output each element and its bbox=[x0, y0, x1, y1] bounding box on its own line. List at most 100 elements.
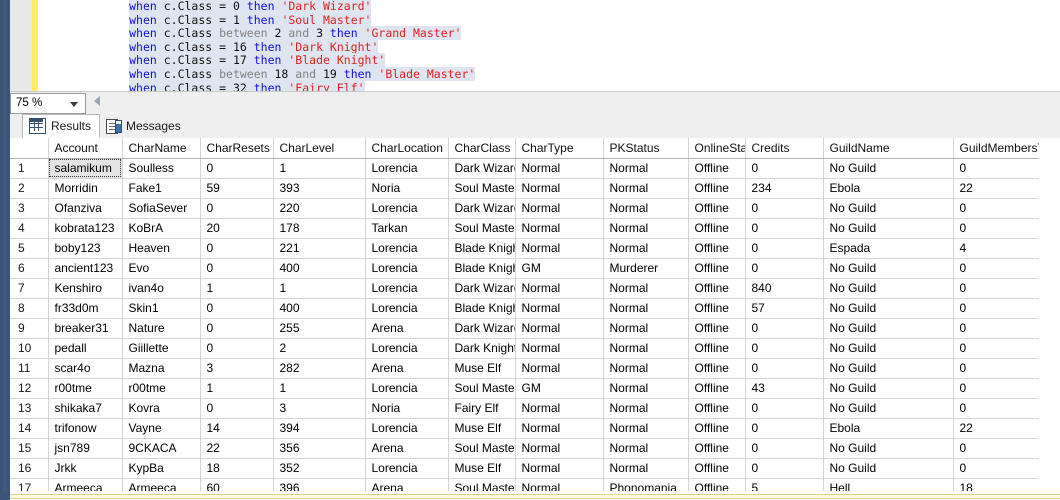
table-cell[interactable]: 1 bbox=[200, 278, 274, 299]
table-cell[interactable]: Arena bbox=[365, 318, 449, 339]
table-cell[interactable]: SofiaSever bbox=[122, 198, 201, 219]
table-cell[interactable]: 0 bbox=[200, 318, 274, 339]
row-number-cell[interactable]: 9 bbox=[10, 318, 49, 339]
table-cell[interactable]: 393 bbox=[273, 178, 366, 199]
table-cell[interactable]: 0 bbox=[745, 318, 824, 339]
table-cell[interactable]: 0 bbox=[953, 258, 1040, 279]
table-cell[interactable]: Arena bbox=[365, 358, 449, 379]
table-cell[interactable]: Offline bbox=[688, 278, 746, 299]
table-cell[interactable]: Phonomania bbox=[603, 478, 689, 491]
table-cell[interactable]: Normal bbox=[515, 218, 604, 239]
column-header-credits[interactable]: Credits bbox=[745, 138, 824, 159]
table-cell[interactable]: 43 bbox=[745, 378, 824, 399]
table-cell[interactable]: 400 bbox=[273, 298, 366, 319]
table-cell[interactable]: 0 bbox=[200, 198, 274, 219]
table-cell[interactable]: 4 bbox=[953, 238, 1040, 259]
tab-results[interactable]: Results bbox=[22, 114, 100, 138]
table-cell[interactable]: Offline bbox=[688, 298, 746, 319]
row-number-cell[interactable]: 5 bbox=[10, 238, 49, 259]
table-cell[interactable]: Normal bbox=[515, 418, 604, 439]
table-cell[interactable]: 0 bbox=[745, 238, 824, 259]
table-cell[interactable]: Normal bbox=[515, 438, 604, 459]
table-cell[interactable]: 840 bbox=[745, 278, 824, 299]
table-cell[interactable]: Vayne bbox=[122, 418, 201, 439]
table-cell[interactable]: No Guild bbox=[823, 218, 954, 239]
table-cell[interactable]: Normal bbox=[603, 298, 689, 319]
table-cell[interactable]: Normal bbox=[515, 198, 604, 219]
table-cell[interactable]: pedall bbox=[48, 338, 123, 359]
table-cell[interactable]: 178 bbox=[273, 218, 366, 239]
table-cell[interactable]: 0 bbox=[953, 378, 1040, 399]
table-cell[interactable]: Normal bbox=[603, 218, 689, 239]
table-cell[interactable]: 221 bbox=[273, 238, 366, 259]
table-cell[interactable]: 0 bbox=[953, 278, 1040, 299]
table-cell[interactable]: No Guild bbox=[823, 398, 954, 419]
table-cell[interactable]: Tarkan bbox=[365, 218, 449, 239]
table-cell[interactable]: Nature bbox=[122, 318, 201, 339]
column-header-charname[interactable]: CharName bbox=[122, 138, 201, 159]
column-header-chartype[interactable]: CharType bbox=[515, 138, 604, 159]
table-cell[interactable]: Normal bbox=[603, 358, 689, 379]
table-row[interactable]: 13 shikaka7 Kovra 0 3 Noria Fairy Elf Normal Nor… bbox=[10, 398, 1040, 419]
table-cell[interactable]: 0 bbox=[953, 298, 1040, 319]
table-cell[interactable]: 5 bbox=[745, 478, 824, 491]
table-cell[interactable]: r00tme bbox=[48, 378, 123, 399]
table-cell[interactable]: Noria bbox=[365, 178, 449, 199]
table-cell[interactable]: 57 bbox=[745, 298, 824, 319]
table-cell[interactable]: Murderer bbox=[603, 258, 689, 279]
table-cell[interactable]: Normal bbox=[515, 338, 604, 359]
table-cell[interactable]: Normal bbox=[603, 178, 689, 199]
table-cell[interactable]: Skin1 bbox=[122, 298, 201, 319]
column-header-rownum[interactable] bbox=[10, 138, 49, 159]
column-header-account[interactable]: Account bbox=[48, 138, 123, 159]
table-cell[interactable]: Normal bbox=[603, 438, 689, 459]
table-cell[interactable]: fr33d0m bbox=[48, 298, 123, 319]
row-number-cell[interactable]: 14 bbox=[10, 418, 49, 439]
table-cell[interactable]: Normal bbox=[603, 198, 689, 219]
table-cell[interactable]: Dark Knight bbox=[448, 338, 516, 359]
table-cell[interactable]: 0 bbox=[745, 458, 824, 479]
table-cell[interactable]: Muse Elf bbox=[448, 458, 516, 479]
table-cell[interactable]: Normal bbox=[603, 418, 689, 439]
table-cell[interactable]: No Guild bbox=[823, 298, 954, 319]
table-cell[interactable]: 18 bbox=[200, 458, 274, 479]
table-cell[interactable]: GM bbox=[515, 378, 604, 399]
table-cell[interactable]: 0 bbox=[953, 458, 1040, 479]
table-cell[interactable]: 22 bbox=[953, 178, 1040, 199]
table-cell[interactable]: Fairy Elf bbox=[448, 398, 516, 419]
tab-messages[interactable]: Messages bbox=[100, 114, 186, 138]
table-cell[interactable]: Lorencia bbox=[365, 258, 449, 279]
table-cell[interactable]: Soul Master bbox=[448, 378, 516, 399]
table-cell[interactable]: 0 bbox=[953, 358, 1040, 379]
table-cell[interactable]: 0 bbox=[200, 158, 274, 179]
table-cell[interactable]: shikaka7 bbox=[48, 398, 123, 419]
table-cell[interactable]: Normal bbox=[515, 318, 604, 339]
table-cell[interactable]: Armeeca bbox=[48, 478, 123, 491]
row-number-cell[interactable]: 3 bbox=[10, 198, 49, 219]
table-cell[interactable]: Normal bbox=[515, 278, 604, 299]
table-cell[interactable]: KoBrA bbox=[122, 218, 201, 239]
table-cell[interactable]: 2 bbox=[273, 338, 366, 359]
table-cell[interactable]: 0 bbox=[745, 438, 824, 459]
table-cell[interactable]: Offline bbox=[688, 258, 746, 279]
row-number-cell[interactable]: 1 bbox=[10, 158, 49, 179]
table-cell[interactable]: Lorencia bbox=[365, 238, 449, 259]
table-cell[interactable]: Mazna bbox=[122, 358, 201, 379]
table-cell[interactable]: kobrata123 bbox=[48, 218, 123, 239]
table-cell[interactable]: Normal bbox=[515, 158, 604, 179]
table-cell[interactable]: 0 bbox=[200, 398, 274, 419]
table-cell[interactable]: Offline bbox=[688, 218, 746, 239]
table-cell[interactable]: 0 bbox=[745, 398, 824, 419]
table-cell[interactable]: Ebola bbox=[823, 178, 954, 199]
table-cell[interactable]: 1 bbox=[273, 378, 366, 399]
table-cell[interactable]: Soul Master bbox=[448, 438, 516, 459]
table-cell[interactable]: Offline bbox=[688, 338, 746, 359]
column-header-charlevel[interactable]: CharLevel bbox=[273, 138, 366, 159]
table-cell[interactable]: Normal bbox=[603, 318, 689, 339]
table-cell[interactable]: Offline bbox=[688, 198, 746, 219]
table-cell[interactable]: 255 bbox=[273, 318, 366, 339]
table-cell[interactable]: r00tme bbox=[122, 378, 201, 399]
table-cell[interactable]: Soul Master bbox=[448, 478, 516, 491]
table-cell[interactable]: 234 bbox=[745, 178, 824, 199]
table-cell[interactable]: Normal bbox=[515, 458, 604, 479]
